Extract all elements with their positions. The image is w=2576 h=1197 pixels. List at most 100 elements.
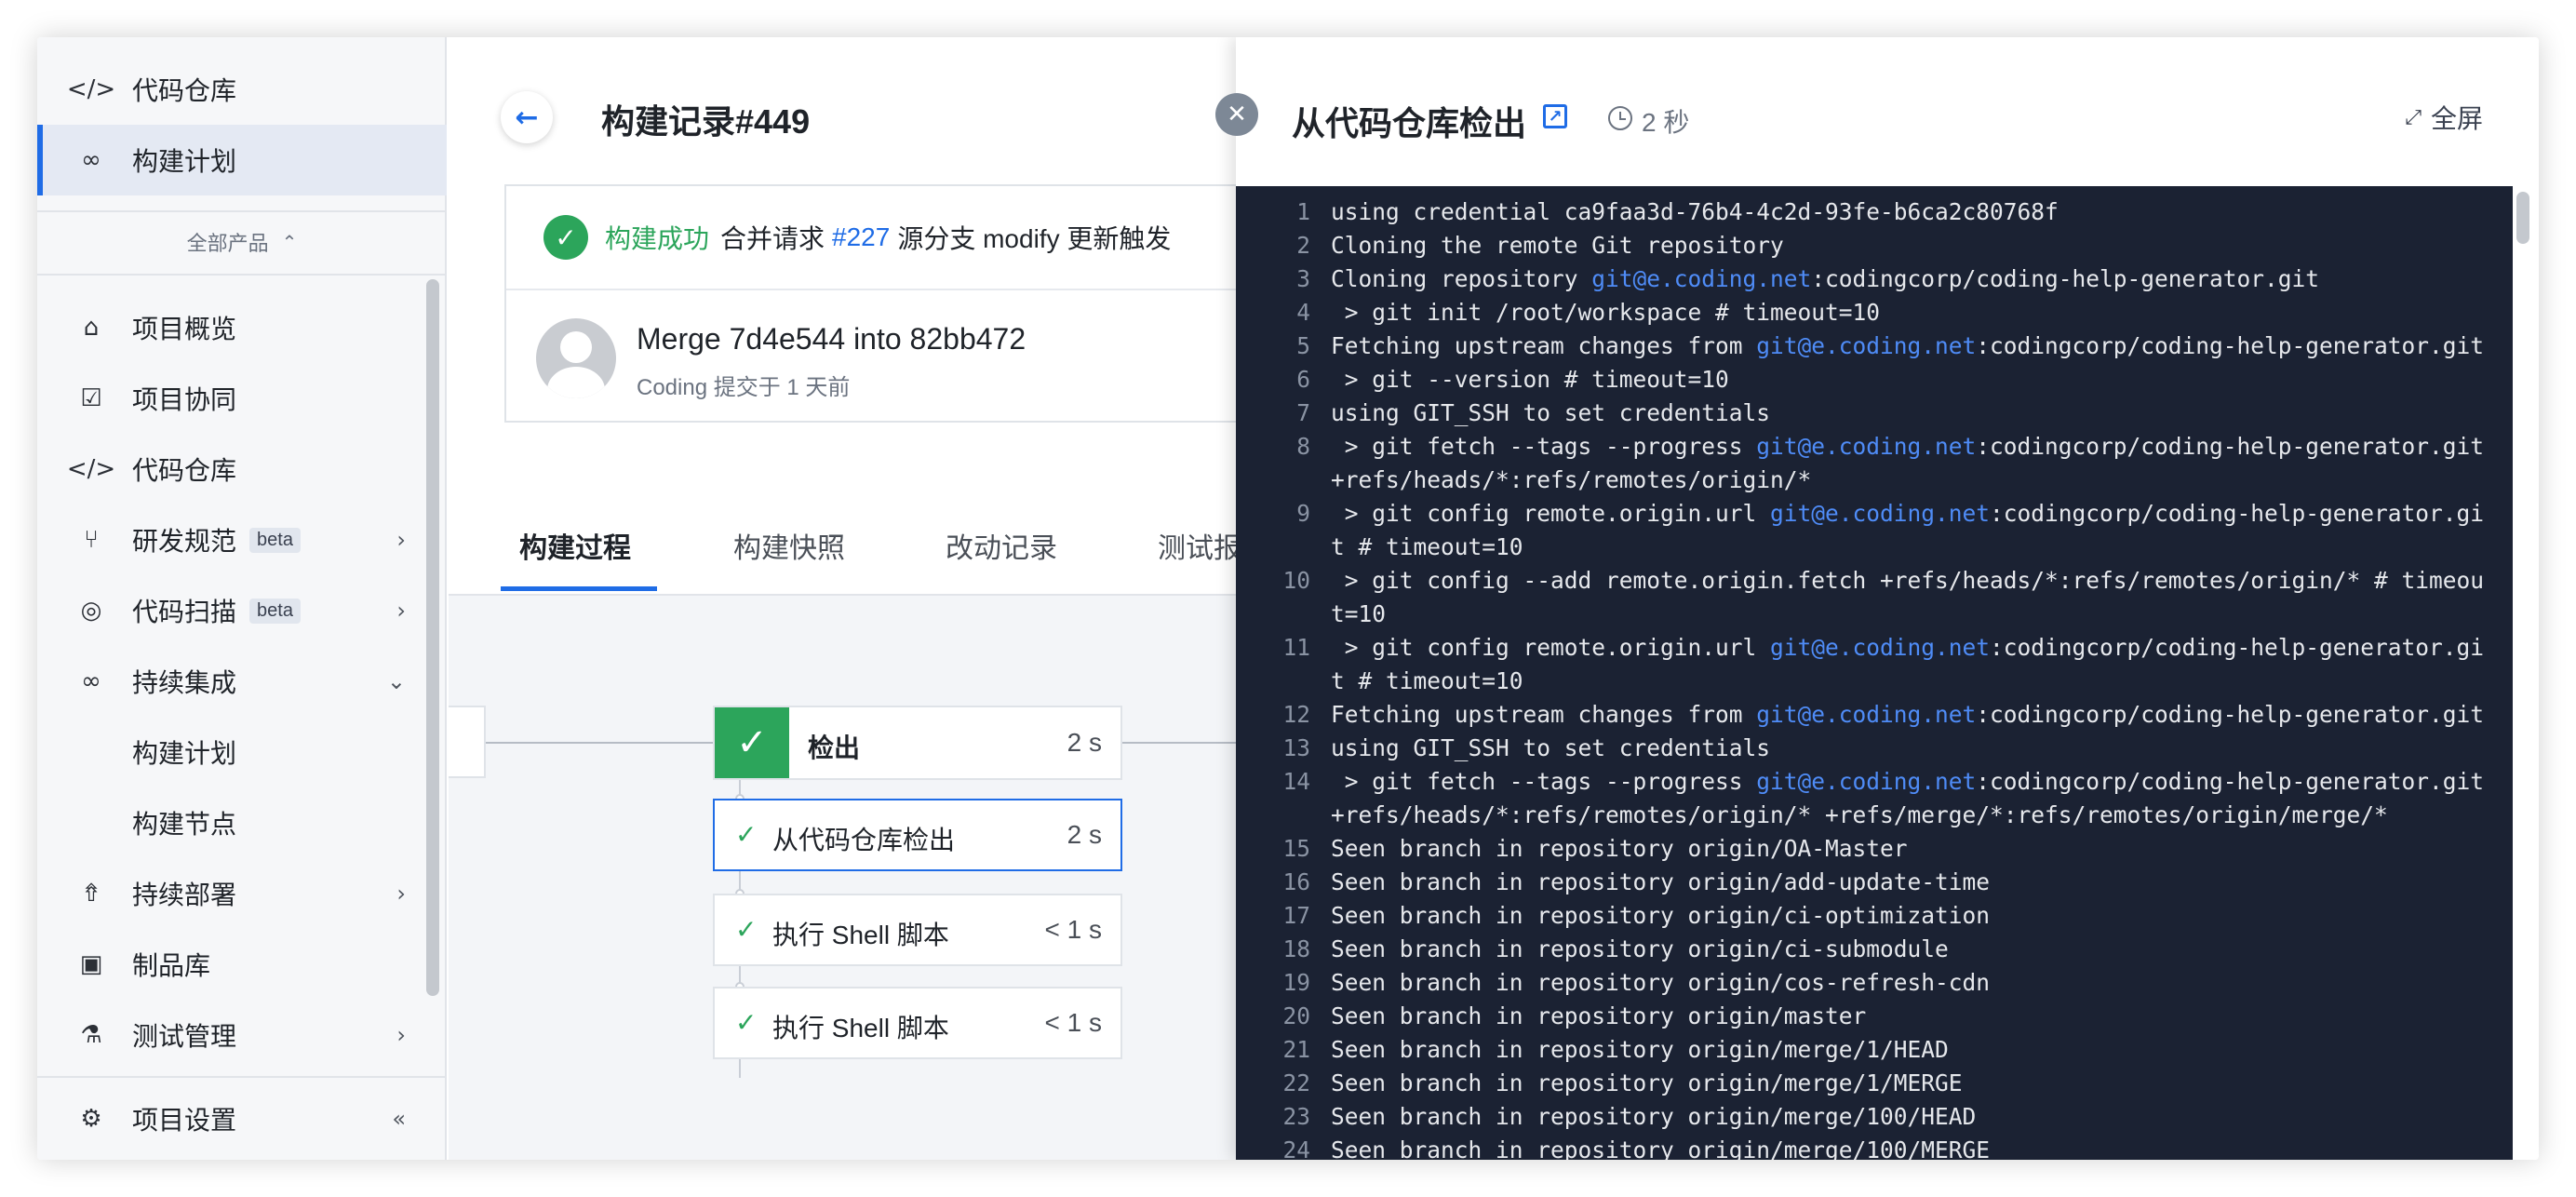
stage-name: 检出: [808, 733, 861, 762]
log-url: git@e.coding.net: [1756, 433, 1977, 460]
tab-build-snapshot[interactable]: 构建快照: [733, 525, 845, 566]
log-line-text: > git config remote.origin.url git@e.cod…: [1331, 497, 2494, 564]
page-title: 构建记录#449: [601, 102, 811, 141]
commit-meta: Coding 提交于 1 天前: [637, 375, 851, 400]
build-status-row: ✓ 构建成功 合并请求 #227 源分支 modify 更新触发: [506, 186, 1288, 290]
flask-icon: ⚗: [80, 1021, 102, 1049]
sidebar-item-label: 测试管理: [132, 1022, 237, 1051]
previous-stage-card[interactable]: [449, 706, 486, 778]
code-icon: </>: [66, 75, 116, 103]
log-text: Seen branch in repository origin/OA-Mast…: [1331, 835, 1908, 862]
log-line: 6 > git --version # timeout=10: [1236, 363, 2513, 397]
sidebar-item-dev-standards[interactable]: ⑂ 研发规范 beta ›: [37, 504, 447, 575]
merge-request-link[interactable]: #227: [832, 222, 890, 252]
step-duration: 2 s: [1067, 820, 1102, 849]
log-text: :codingcorp/coding-help-generator.git: [1976, 332, 2485, 359]
chevron-up-icon: ⌃: [281, 231, 298, 253]
package-icon: ▣: [79, 950, 103, 978]
step-duration: < 1 s: [1044, 1008, 1102, 1037]
log-line-number: 8: [1296, 433, 1310, 460]
stage-checkout[interactable]: ✓ 检出 2 s: [713, 706, 1122, 780]
step-shell-script[interactable]: ✓ 执行 Shell 脚本 < 1 s: [713, 987, 1122, 1059]
sidebar-item-overview[interactable]: ⌂ 项目概览: [37, 292, 447, 363]
step-name: 从代码仓库检出: [772, 826, 956, 854]
step-shell-script[interactable]: ✓ 执行 Shell 脚本 < 1 s: [713, 894, 1122, 966]
log-line-text: Seen branch in repository origin/merge/1…: [1331, 1067, 2494, 1100]
active-tab-indicator: [501, 586, 657, 591]
log-text: Seen branch in repository origin/ci-opti…: [1331, 902, 1991, 929]
log-output[interactable]: 1 using credential ca9faa3d-76b4-4c2d-93f…: [1236, 186, 2513, 1160]
step-name: 执行 Shell 脚本: [772, 1014, 949, 1042]
log-line: 18 Seen branch in repository origin/ci-su…: [1236, 933, 2513, 966]
sidebar-item-code-repo-top[interactable]: </> 代码仓库: [37, 54, 447, 125]
log-line: 11 > git config remote.origin.url git@e.…: [1236, 631, 2513, 698]
log-line-text: Seen branch in repository origin/cos-ref…: [1331, 966, 2494, 1000]
log-url: git@e.coding.net: [1756, 701, 1977, 728]
log-line: 5 Fetching upstream changes from git@e.co…: [1236, 330, 2513, 363]
sidebar-item-build-nodes[interactable]: 构建节点: [37, 787, 447, 858]
chevron-right-icon: ›: [396, 881, 406, 907]
collapse-sidebar-icon[interactable]: «: [392, 1106, 406, 1132]
log-line-number: 13: [1282, 734, 1310, 761]
log-text: > git --version # timeout=10: [1331, 366, 1729, 393]
sidebar-item-label: 持续集成: [132, 668, 237, 697]
home-icon: ⌂: [83, 314, 100, 342]
sidebar-item-artifacts[interactable]: ▣ 制品库: [37, 929, 447, 1000]
back-button[interactable]: ←: [501, 91, 553, 143]
fullscreen-button[interactable]: ⤢ 全屏: [2405, 99, 2483, 136]
beta-badge: beta: [249, 527, 301, 553]
log-line-number: 18: [1282, 935, 1310, 962]
log-line: 21 Seen branch in repository origin/merge…: [1236, 1033, 2513, 1067]
sidebar-item-label: 代码仓库: [132, 456, 237, 485]
sidebar-item-label: 研发规范: [132, 527, 237, 556]
log-line: 8 > git fetch --tags --progress git@e.co…: [1236, 430, 2513, 497]
commit-row: Merge 7d4e544 into 82bb472 Coding 提交于 1 …: [506, 290, 1288, 424]
sidebar-scrollbar[interactable]: [426, 279, 439, 996]
log-line: 1 using credential ca9faa3d-76b4-4c2d-93f…: [1236, 195, 2513, 229]
sidebar-item-code-repo[interactable]: </> 代码仓库: [37, 434, 447, 504]
sidebar-item-collaboration[interactable]: ☑ 项目协同: [37, 363, 447, 434]
log-text: Fetching upstream changes from: [1331, 701, 1757, 728]
app-window: </> 代码仓库 ∞ 构建计划 全部产品 ⌃ ⌂ 项目概览 ☑ 项目协同 </>…: [37, 37, 2539, 1160]
sidebar-item-settings[interactable]: ⚙ 项目设置 «: [37, 1083, 447, 1154]
sidebar-item-build-plan[interactable]: 构建计划: [37, 717, 447, 787]
log-line-number: 4: [1296, 299, 1310, 326]
sidebar-item-label: 代码仓库: [132, 76, 237, 105]
log-line-text: using GIT_SSH to set credentials: [1331, 397, 2494, 430]
chevron-right-icon: ›: [396, 1022, 406, 1048]
log-line-text: Seen branch in repository origin/ci-opti…: [1331, 899, 2494, 933]
log-text: Seen branch in repository origin/merge/1…: [1331, 1103, 1977, 1130]
external-link-icon[interactable]: ↗: [1543, 104, 1567, 128]
log-text: Seen branch in repository origin/ci-subm…: [1331, 935, 1949, 962]
log-line-number: 14: [1282, 768, 1310, 795]
log-line: 22 Seen branch in repository origin/merge…: [1236, 1067, 2513, 1100]
panel-title: 从代码仓库检出: [1292, 104, 1527, 142]
sidebar-item-ci[interactable]: ∞ 持续集成 ⌄: [37, 646, 447, 717]
log-line-text: > git fetch --tags --progress git@e.codi…: [1331, 430, 2494, 497]
chevron-right-icon: ›: [396, 527, 406, 553]
log-line-text: Seen branch in repository origin/merge/1…: [1331, 1100, 2494, 1134]
sidebar-item-cd[interactable]: ⇮ 持续部署 ›: [37, 858, 447, 929]
sidebar-item-test-mgmt[interactable]: ⚗ 测试管理 ›: [37, 1000, 447, 1070]
log-text: Seen branch in repository origin/cos-ref…: [1331, 969, 1991, 996]
build-record-main: ← 构建记录#449 ✓ 构建成功 合并请求 #227 源分支 modify 更…: [449, 37, 1288, 1160]
sidebar-item-build-plan-top[interactable]: ∞ 构建计划: [37, 125, 447, 195]
log-line: 16 Seen branch in repository origin/add-u…: [1236, 866, 2513, 899]
all-products-toggle[interactable]: 全部产品 ⌃: [37, 212, 447, 272]
check-icon: ✓: [735, 819, 758, 850]
log-line: 17 Seen branch in repository origin/ci-op…: [1236, 899, 2513, 933]
tab-change-log[interactable]: 改动记录: [946, 525, 1057, 566]
log-scrollbar[interactable]: [2516, 192, 2529, 244]
log-line-number: 12: [1282, 701, 1310, 728]
stage-success-icon: ✓: [715, 707, 789, 778]
fullscreen-label: 全屏: [2430, 104, 2483, 133]
log-line: 14 > git fetch --tags --progress git@e.c…: [1236, 765, 2513, 832]
close-panel-button[interactable]: ✕: [1215, 93, 1258, 136]
commit-message[interactable]: Merge 7d4e544 into 82bb472: [637, 322, 1026, 356]
log-line-number: 5: [1296, 332, 1310, 359]
sidebar-item-code-scan[interactable]: ◎ 代码扫描 beta ›: [37, 575, 447, 646]
log-line-number: 19: [1282, 969, 1310, 996]
log-line: 13 using GIT_SSH to set credentials: [1236, 732, 2513, 765]
tab-build-process[interactable]: 构建过程: [519, 525, 631, 566]
step-checkout-from-repo[interactable]: ✓ 从代码仓库检出 2 s: [713, 799, 1122, 871]
